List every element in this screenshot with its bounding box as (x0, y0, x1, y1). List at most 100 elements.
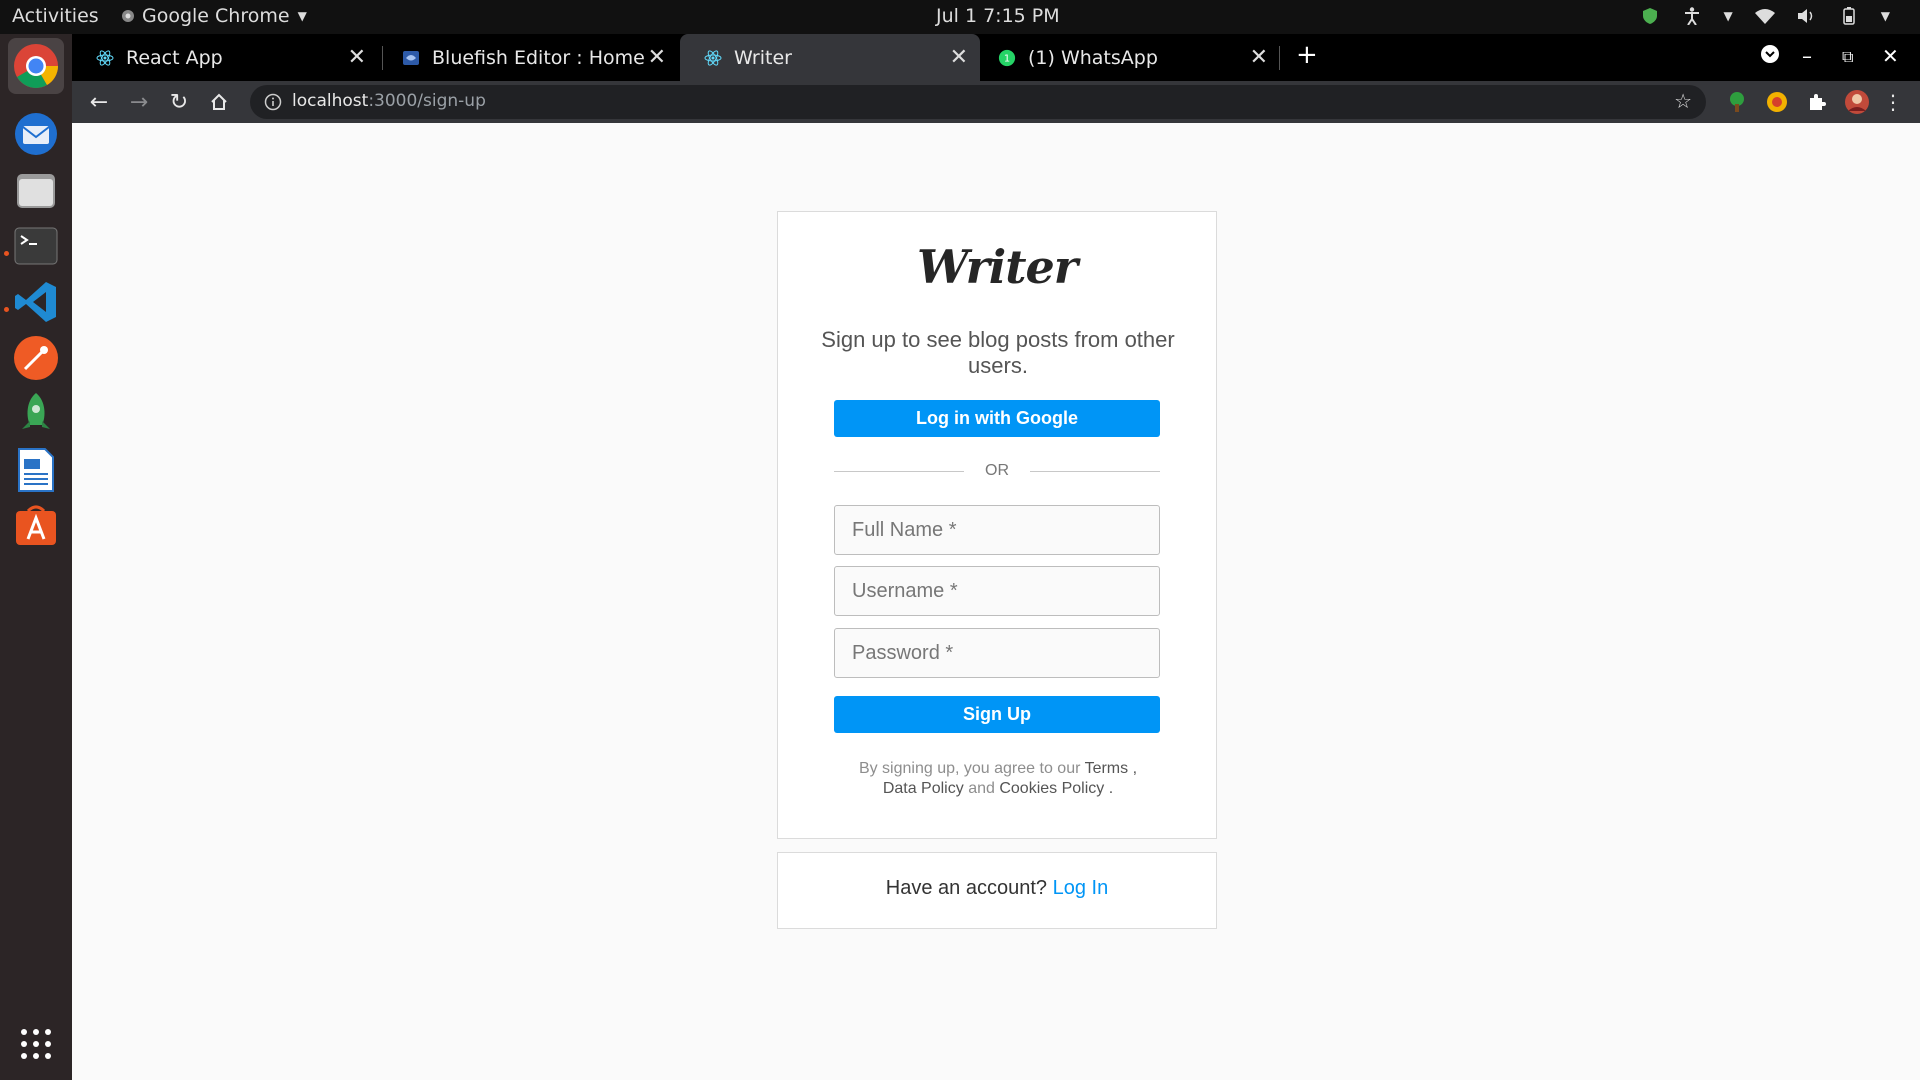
tab-label: React App (126, 46, 223, 69)
data-policy-link[interactable]: Data Policy (883, 780, 964, 797)
full-name-field[interactable] (834, 505, 1160, 555)
postman-icon (14, 336, 58, 380)
kebab-menu-icon[interactable]: ⋮ (1878, 87, 1908, 117)
writer-doc-icon (18, 448, 54, 492)
password-input[interactable] (835, 629, 1159, 677)
coin-extension-icon[interactable] (1764, 89, 1790, 115)
rocket-icon (22, 393, 50, 429)
tab-label: Bluefish Editor : Home (432, 46, 645, 69)
dock-thunderbird[interactable] (8, 106, 64, 162)
dock-rocket[interactable] (8, 386, 64, 442)
tab-whatsapp[interactable]: 1 (1) WhatsApp ✕ (980, 34, 1280, 81)
restore-button[interactable]: ⧉ (1842, 47, 1853, 67)
full-name-input[interactable] (835, 506, 1159, 554)
chevron-down-circle-icon (1761, 45, 1779, 63)
shield-icon[interactable] (1640, 6, 1660, 26)
dock-postman[interactable] (8, 330, 64, 386)
terminal-icon (14, 227, 58, 265)
tab-search-button[interactable] (1760, 44, 1780, 69)
volume-icon[interactable] (1797, 6, 1817, 26)
tab-separator (1279, 46, 1280, 70)
bluefish-icon (402, 49, 420, 67)
whatsapp-icon: 1 (998, 49, 1016, 67)
wifi-icon[interactable] (1754, 6, 1775, 26)
google-login-button[interactable]: Log in with Google (834, 400, 1160, 437)
url-host: localhost (292, 91, 369, 111)
puzzle-extensions-icon[interactable] (1804, 89, 1830, 115)
app-menu-label: Google Chrome (142, 5, 290, 27)
sign-up-button[interactable]: Sign Up (834, 696, 1160, 733)
signup-card: Writer Sign up to see blog posts from ot… (777, 211, 1217, 839)
login-link[interactable]: Log In (1053, 877, 1109, 899)
close-icon[interactable]: ✕ (348, 45, 366, 70)
forward-arrow-icon[interactable]: → (124, 87, 154, 117)
tab-label: (1) WhatsApp (1028, 46, 1158, 69)
legal-notice: By signing up, you agree to our Terms , … (818, 759, 1178, 799)
tab-react-app[interactable]: React App ✕ (72, 34, 378, 81)
legal-period: . (1108, 780, 1114, 797)
url-path: :3000/sign-up (368, 91, 486, 111)
tab-label: Writer (734, 46, 792, 69)
chrome-small-icon (122, 10, 134, 22)
legal-prefix: By signing up, you agree to our (858, 760, 1081, 777)
login-prompt-text: Have an account? (885, 877, 1048, 899)
close-icon[interactable]: ✕ (1250, 45, 1268, 70)
legal-comma: , (1132, 760, 1138, 777)
activities-button[interactable]: Activities (12, 5, 99, 27)
dock-show-apps[interactable] (8, 1016, 64, 1072)
login-prompt: Have an account? Log In (778, 877, 1216, 900)
signup-tagline: Sign up to see blog posts from other use… (821, 327, 1175, 378)
chevron-down-icon: ▼ (297, 9, 307, 23)
cookies-policy-link[interactable]: Cookies Policy (999, 780, 1104, 797)
page-viewport: Writer Sign up to see blog posts from ot… (72, 123, 1920, 1080)
svg-text:1: 1 (1004, 53, 1010, 64)
legal-and: and (968, 780, 995, 797)
dock (0, 34, 72, 1080)
chevron-down-icon[interactable]: ▼ (1881, 9, 1890, 23)
dock-writer[interactable] (8, 442, 64, 498)
back-arrow-icon[interactable]: ← (84, 87, 114, 117)
home-icon[interactable] (204, 87, 234, 117)
dock-chrome[interactable] (8, 38, 64, 94)
url-text[interactable]: localhost:3000/sign-up (292, 91, 486, 111)
close-icon[interactable]: ✕ (648, 45, 666, 70)
new-tab-button[interactable]: + (1296, 40, 1318, 70)
system-tray[interactable]: ▼ ▼ (1640, 6, 1890, 26)
tab-writer[interactable]: Writer ✕ (680, 34, 980, 81)
password-field[interactable] (834, 628, 1160, 678)
tree-extension-icon[interactable] (1724, 89, 1750, 115)
divider-line (1030, 471, 1160, 472)
chrome-icon (14, 44, 58, 88)
login-prompt-card: Have an account? Log In (777, 852, 1217, 929)
minimize-button[interactable]: – (1802, 44, 1812, 68)
react-icon (704, 49, 722, 67)
react-icon (96, 49, 114, 67)
dock-app-store[interactable] (8, 498, 64, 554)
app-menu[interactable]: Google Chrome ▼ (122, 5, 307, 27)
tab-bluefish[interactable]: Bluefish Editor : Home ✕ (378, 34, 678, 81)
close-window-button[interactable]: ✕ (1882, 44, 1899, 68)
profile-avatar[interactable] (1844, 89, 1870, 115)
browser-toolbar: ← → ↻ localhost:3000/sign-up ☆ ⋮ (72, 81, 1920, 123)
close-icon[interactable]: ✕ (950, 45, 968, 70)
clock[interactable]: Jul 1 7:15 PM (936, 5, 1060, 27)
thunderbird-icon (15, 113, 57, 155)
dock-vscode[interactable] (8, 274, 64, 330)
username-input[interactable] (835, 567, 1159, 615)
username-field[interactable] (834, 566, 1160, 616)
app-store-icon (16, 505, 56, 545)
address-bar[interactable]: localhost:3000/sign-up ☆ (250, 85, 1706, 119)
dock-terminal[interactable] (8, 218, 64, 274)
terms-link[interactable]: Terms (1085, 760, 1129, 777)
chevron-down-icon[interactable]: ▼ (1724, 9, 1733, 23)
show-apps-icon (21, 1029, 51, 1059)
battery-icon[interactable] (1839, 6, 1859, 26)
files-icon (17, 174, 55, 208)
reload-icon[interactable]: ↻ (164, 87, 194, 117)
dock-files[interactable] (8, 162, 64, 218)
vscode-icon (15, 282, 56, 322)
system-top-bar: Activities Google Chrome ▼ Jul 1 7:15 PM… (0, 0, 1920, 34)
bookmark-star-icon[interactable]: ☆ (1674, 89, 1692, 113)
accessibility-icon[interactable] (1682, 6, 1702, 26)
info-icon[interactable] (264, 93, 282, 115)
